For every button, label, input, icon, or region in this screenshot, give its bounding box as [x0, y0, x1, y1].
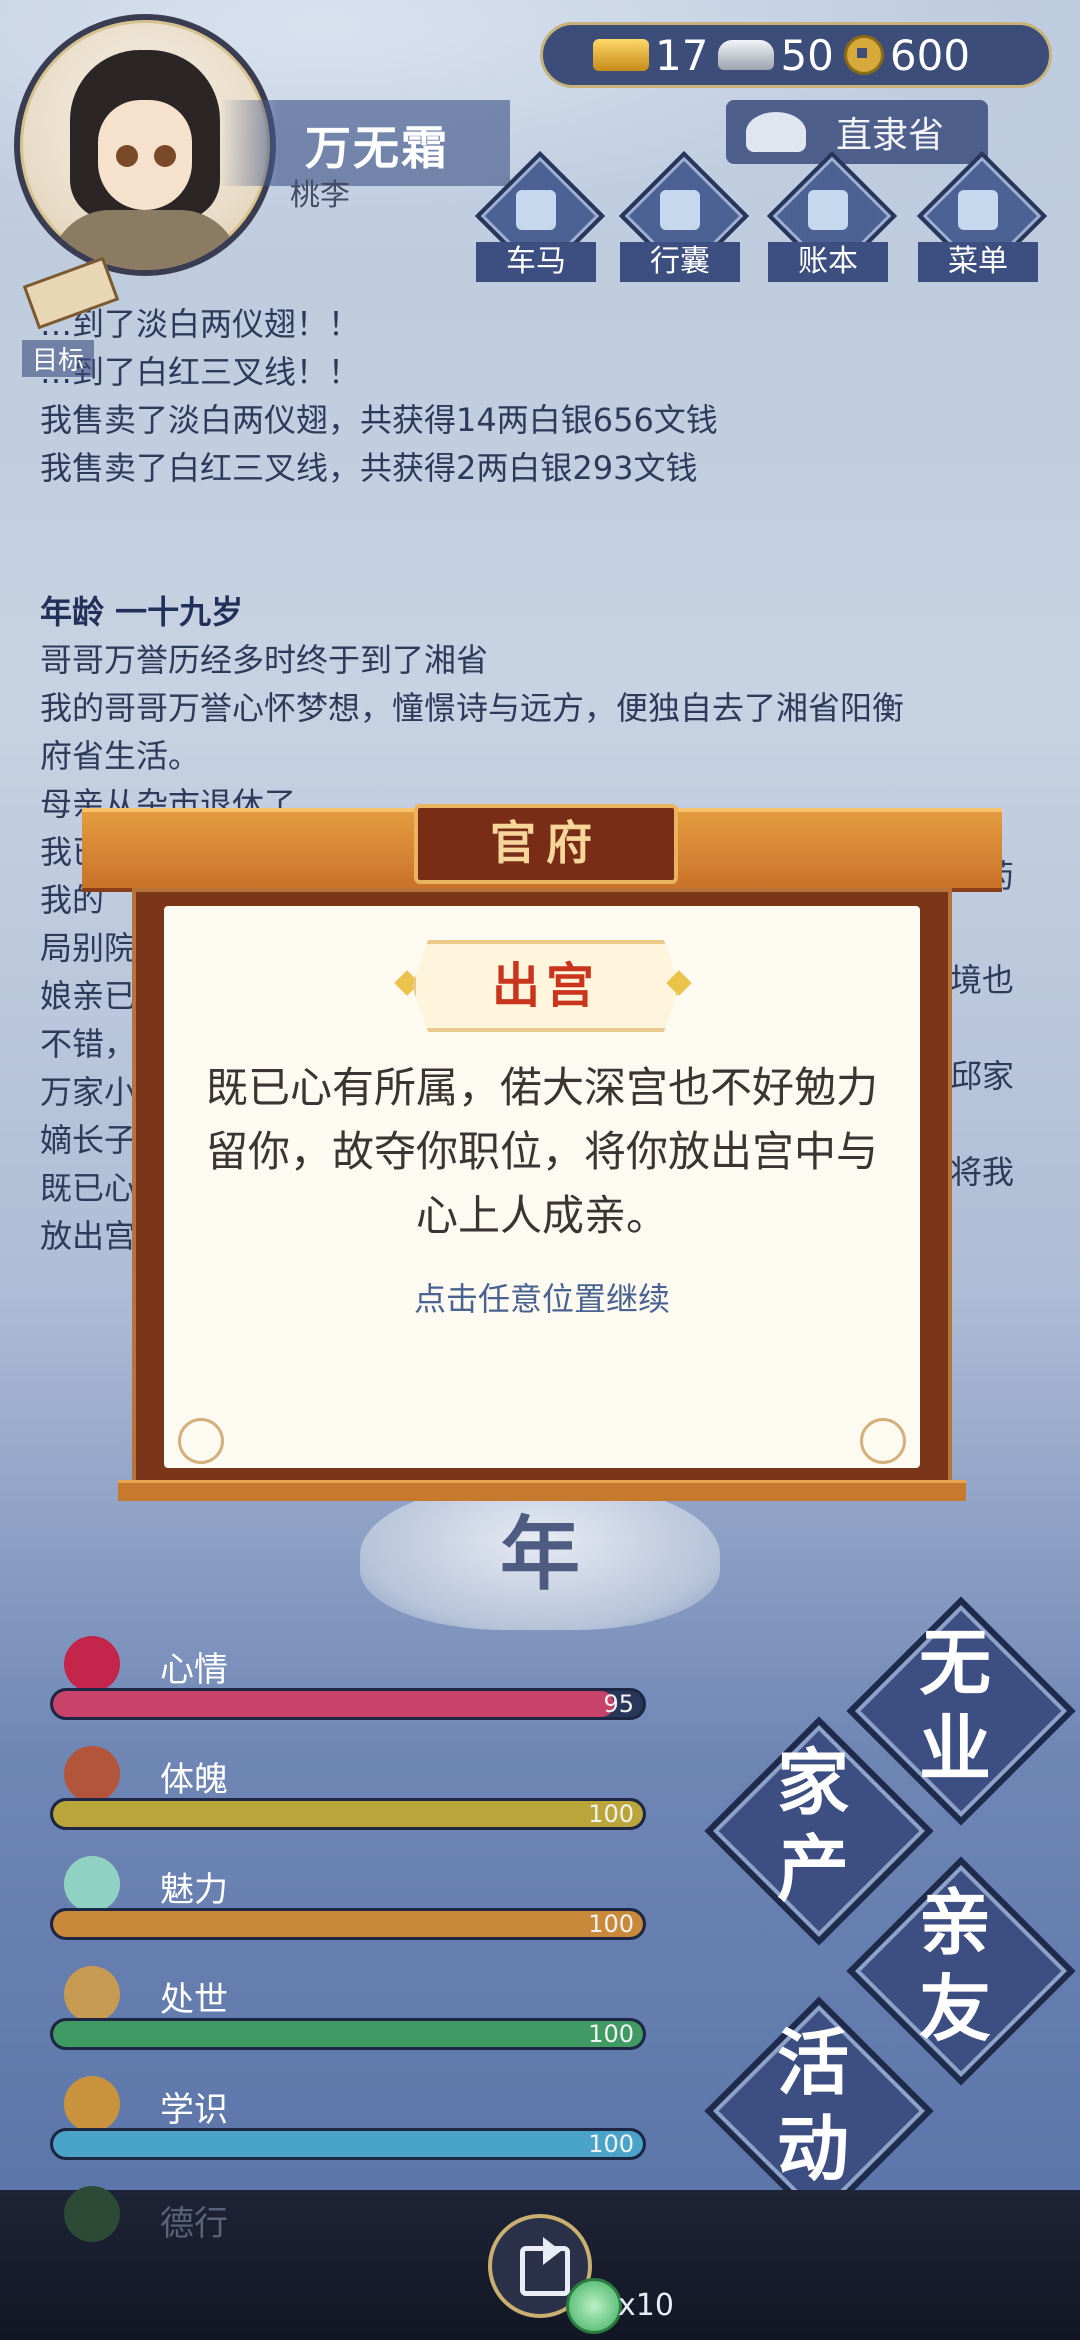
copper-coin-icon	[843, 35, 884, 75]
stat-worldly[interactable]: 处世 100	[50, 1966, 650, 2076]
nav-menu-button[interactable]: 菜单	[916, 150, 1048, 282]
goal-button[interactable]: 目标	[22, 250, 120, 377]
category-label: 家产	[776, 1741, 849, 1911]
stat-value: 100	[588, 2020, 634, 2048]
virtue-icon	[64, 2186, 120, 2242]
worldly-icon	[64, 1966, 120, 2022]
category-label: 亲友	[918, 1881, 991, 2051]
gold-ingot-icon	[593, 39, 649, 71]
modal-header: 官府	[414, 804, 678, 884]
avatar-eye	[116, 145, 138, 167]
continue-hint[interactable]: 点击任意位置继续	[164, 1274, 920, 1320]
stat-knowledge[interactable]: 学识 100	[50, 2076, 650, 2186]
stat-charm[interactable]: 魅力 100	[50, 1856, 650, 1966]
jade-icon	[566, 2278, 622, 2334]
virtue-label: 德行	[160, 2204, 228, 2244]
stat-fill	[53, 1911, 643, 1937]
log-spacer	[40, 492, 1040, 588]
silver-amount: 50	[780, 30, 834, 80]
nav-label: 行囊	[620, 242, 740, 282]
carriage-icon	[516, 190, 556, 230]
log-line: 府省生活。	[40, 737, 201, 775]
share-icon	[520, 2237, 570, 2296]
stat-track	[50, 2018, 646, 2050]
stat-physique[interactable]: 体魄 100	[50, 1746, 650, 1856]
log-right-fragment: 邱家	[950, 1057, 1015, 1095]
silver-ingot-icon	[718, 40, 775, 70]
log-line: …到了淡白两仪翅！！	[40, 305, 361, 343]
year-emblem[interactable]: 年	[360, 1480, 720, 1630]
log-line: 我售卖了淡白两仪翅，共获得14两白银656文钱	[40, 401, 718, 439]
stat-track	[50, 2128, 646, 2160]
nav-label: 菜单	[918, 242, 1038, 282]
jade-count: x10	[618, 2288, 674, 2323]
stat-track	[50, 1798, 646, 1830]
scroll-icon	[22, 256, 120, 330]
log-line: …到了白红三叉线！！	[40, 353, 361, 391]
silver-currency: 50	[718, 30, 834, 80]
stat-fill	[53, 2021, 643, 2047]
log-right-fragment: 境也	[950, 961, 1015, 999]
goal-label: 目标	[22, 340, 95, 377]
mirror-icon	[64, 1856, 120, 1912]
category-label: 无业	[918, 1621, 991, 1791]
corner-ornament	[178, 1418, 224, 1464]
modal-paper: 出宫 既已心有所属，偌大深宫也不好勉力留你，故夺你职位，将你放出宫中与心上人成亲…	[164, 906, 920, 1468]
nav-ledger-button[interactable]: 账本	[766, 150, 898, 282]
stat-label: 心情	[160, 1650, 228, 1690]
nav-carriage-button[interactable]: 车马	[474, 150, 606, 282]
gold-amount: 17	[655, 30, 709, 80]
category-label: 活动	[776, 2021, 849, 2191]
stat-track	[50, 1908, 646, 1940]
modal-body: 既已心有所属，偌大深宫也不好勉力留你，故夺你职位，将你放出宫中与心上人成亲。	[205, 1063, 878, 1240]
stat-value: 100	[588, 1800, 634, 1828]
player-subtitle: 桃李	[290, 178, 350, 213]
stat-fill	[53, 1801, 643, 1827]
hat-icon	[746, 112, 806, 152]
stat-mood[interactable]: 心情 95	[50, 1636, 650, 1746]
event-modal[interactable]: 官府 出宫 既已心有所属，偌大深宫也不好勉力留你，故夺你职位，将你放出宫中与心上…	[82, 804, 1002, 1501]
corner-ornament	[860, 1418, 906, 1464]
stat-value: 100	[588, 2130, 634, 2158]
avatar-face	[98, 100, 192, 210]
bag-icon	[660, 190, 700, 230]
stat-label: 魅力	[160, 1870, 228, 1910]
nav-label: 账本	[768, 242, 888, 282]
modal-title: 出宫	[412, 940, 680, 1032]
stat-fill	[53, 2131, 643, 2157]
stat-track	[50, 1688, 646, 1720]
log-line: 我的哥哥万誉心怀梦想，憧憬诗与远方，便独自去了湘省阳衡	[40, 689, 905, 727]
nav-label: 车马	[476, 242, 596, 282]
stat-value: 95	[603, 1690, 634, 1718]
stat-label: 学识	[160, 2090, 228, 2130]
log-right-fragment: 将我	[950, 1153, 1015, 1191]
year-char: 年	[500, 1508, 580, 1601]
gold-currency: 17	[593, 31, 708, 80]
coin-currency: 600	[843, 30, 971, 80]
stat-value: 100	[588, 1910, 634, 1938]
log-line: 我售卖了白红三叉线，共获得2两白银293文钱	[40, 449, 698, 487]
category-activity-button[interactable]: 活动	[704, 1996, 934, 2226]
modal-frame: 出宫 既已心有所属，偌大深宫也不好勉力留你，故夺你职位，将你放出宫中与心上人成亲…	[132, 888, 952, 1486]
currency-bar[interactable]: 17 50 600	[540, 22, 1052, 88]
nav-bag-button[interactable]: 行囊	[618, 150, 750, 282]
flower-icon	[64, 1636, 120, 1692]
stat-label: 处世	[160, 1980, 228, 2020]
log-line: 哥哥万誉历经多时终于到了湘省	[40, 641, 489, 679]
player-name: 万无霜	[305, 121, 449, 175]
age-heading: 年龄 一十九岁	[40, 593, 244, 631]
ledger-icon	[808, 190, 848, 230]
avatar-eye	[154, 145, 176, 167]
menu-icon	[958, 190, 998, 230]
coin-amount: 600	[889, 30, 971, 80]
modal-bottom-band	[118, 1480, 966, 1501]
stat-label: 体魄	[160, 1760, 228, 1800]
body-icon	[64, 1746, 120, 1802]
region-label: 直隶省	[836, 115, 945, 156]
books-icon	[64, 2076, 120, 2132]
stat-fill	[53, 1691, 614, 1717]
region-button[interactable]: 直隶省	[726, 100, 988, 164]
